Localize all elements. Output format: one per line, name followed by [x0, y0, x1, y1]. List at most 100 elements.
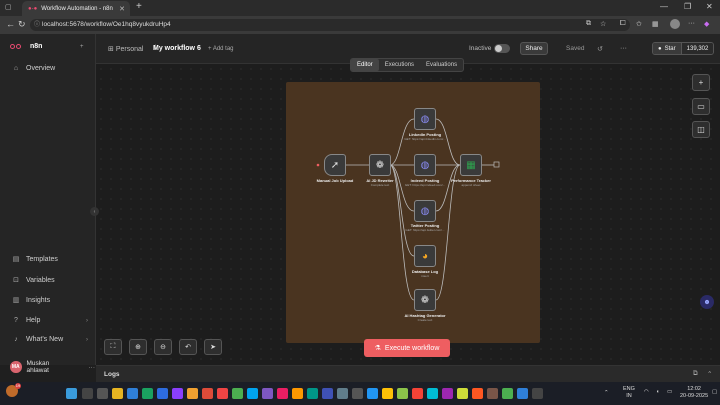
file-explorer-icon[interactable] — [112, 388, 123, 399]
calendar-app-icon[interactable] — [352, 388, 363, 399]
start-icon[interactable] — [66, 388, 77, 399]
app-icon[interactable] — [202, 388, 213, 399]
zoom-out-button[interactable]: ⊖ — [154, 339, 172, 355]
user-options-icon[interactable]: ··· — [89, 364, 96, 371]
node-manual-job-upload[interactable]: ➚ — [324, 154, 346, 176]
add-tag-link[interactable]: + Add tag — [208, 46, 234, 52]
extensions-icon[interactable]: ⧠ — [620, 20, 626, 28]
node-indeed-posting[interactable]: ◍ — [414, 154, 436, 176]
workflow-name[interactable]: My workflow 6 — [153, 45, 201, 52]
share-button[interactable]: Share — [520, 42, 548, 55]
app-icon[interactable] — [427, 388, 438, 399]
sidebar-item-overview[interactable]: ⌂ Overview — [12, 65, 88, 72]
app-icon[interactable] — [292, 388, 303, 399]
history-icon[interactable]: ↺ — [597, 45, 603, 53]
app-icon[interactable] — [367, 388, 378, 399]
app-icon[interactable] — [307, 388, 318, 399]
assistant-bot-button[interactable]: ☻ — [700, 295, 714, 309]
app-icon[interactable] — [157, 388, 168, 399]
app-icon[interactable] — [232, 388, 243, 399]
node-subtitle: GET: https://api.twitter.com/... — [405, 228, 445, 232]
node-linkedin-posting[interactable]: ◍ — [414, 108, 436, 130]
copilot-icon[interactable]: ◆ — [704, 20, 709, 28]
n8n-logo[interactable]: n8n — [10, 43, 42, 50]
volume-icon[interactable]: ◖ — [656, 389, 659, 396]
app-icon[interactable] — [472, 388, 483, 399]
bookmark-star-icon[interactable]: ☆ — [600, 20, 606, 28]
add-node-button[interactable]: + — [692, 74, 710, 91]
close-tab-icon[interactable]: ✕ — [119, 5, 125, 13]
node-database-log[interactable]: ◕ — [414, 245, 436, 267]
app-icon[interactable] — [187, 388, 198, 399]
app-icon[interactable] — [517, 388, 528, 399]
node-performance-tracker[interactable]: ▦ — [460, 154, 482, 176]
sidebar-item-templates[interactable]: ▤ Templates — [12, 255, 88, 264]
app-icon[interactable] — [127, 388, 138, 399]
app-icon[interactable] — [487, 388, 498, 399]
browser-tab[interactable]: ●-● Workflow Automation - n8n ✕ — [22, 1, 130, 16]
back-icon[interactable]: ← — [6, 19, 15, 29]
workflow-options-icon[interactable]: ··· — [620, 45, 627, 52]
maximize-icon[interactable]: ❐ — [684, 2, 691, 11]
collapse-sidebar-icon[interactable]: ‹ — [90, 207, 99, 216]
app-icon[interactable] — [412, 388, 423, 399]
close-window-icon[interactable]: ✕ — [706, 2, 713, 11]
fit-view-button[interactable]: ⛶ — [104, 339, 122, 355]
chevron-up-icon[interactable]: ⌃ — [707, 370, 712, 378]
site-info-icon[interactable]: ⓘ — [34, 19, 40, 31]
minimize-icon[interactable]: — — [660, 2, 668, 11]
battery-icon[interactable]: ▭ — [667, 389, 672, 396]
notifications-icon[interactable]: ▢ — [712, 389, 717, 396]
node-ai-jd-rewriter[interactable]: ❁ — [369, 154, 391, 176]
app-icon[interactable] — [322, 388, 333, 399]
popout-icon[interactable]: ⧉ — [693, 370, 698, 378]
zoom-in-button[interactable]: ⊕ — [129, 339, 147, 355]
tab-actions-icon[interactable]: ▢ — [5, 3, 12, 11]
app-icon[interactable] — [457, 388, 468, 399]
app-icon[interactable] — [337, 388, 348, 399]
project-breadcrumb[interactable]: ⊞ Personal — [108, 45, 143, 53]
node-twitter-posting[interactable]: ◍ — [414, 200, 436, 222]
logs-bar[interactable]: Logs ⧉ ⌃ — [96, 365, 720, 382]
user-menu[interactable]: MA Muskan ahlawat ··· — [10, 360, 95, 374]
add-sticky-button[interactable]: ▭ — [692, 98, 710, 115]
sidebar-item-help[interactable]: ? Help › — [12, 317, 88, 324]
toggle-panel-button[interactable]: ◫ — [692, 121, 710, 138]
app-icon[interactable] — [262, 388, 273, 399]
app-icon[interactable] — [397, 388, 408, 399]
active-toggle[interactable] — [494, 44, 510, 53]
url-field[interactable]: ⓘ localhost:5678/workflow/Oe1hq8vyukdruH… — [30, 19, 630, 31]
workflow-canvas[interactable]: Editor Executions Evaluations ➚ Manual J… — [90, 58, 720, 365]
install-icon[interactable]: ⧉ — [586, 20, 591, 28]
tray-overflow-icon[interactable]: ⌃ — [604, 390, 609, 397]
create-icon[interactable]: + — [80, 44, 84, 50]
sidebar-item-whats-new[interactable]: ♪ What's New › — [12, 336, 88, 343]
favorites-icon[interactable]: ✩ — [636, 20, 642, 28]
edge-browser-icon[interactable] — [142, 388, 153, 399]
wifi-icon[interactable]: ◠ — [644, 389, 649, 396]
undo-button[interactable]: ↶ — [179, 339, 197, 355]
select-tool-button[interactable]: ➤ — [204, 339, 222, 355]
app-icon[interactable] — [382, 388, 393, 399]
profile-avatar[interactable] — [670, 19, 680, 29]
app-icon[interactable] — [502, 388, 513, 399]
search-icon[interactable] — [82, 388, 93, 399]
language-indicator[interactable]: ENG IN — [623, 386, 635, 400]
task-view-icon[interactable] — [97, 388, 108, 399]
sidebar-item-variables[interactable]: ⊡ Variables — [12, 276, 88, 285]
app-icon[interactable] — [172, 388, 183, 399]
sidebar-item-insights[interactable]: ▥ Insights — [12, 296, 88, 305]
app-icon[interactable] — [217, 388, 228, 399]
new-tab-icon[interactable]: + — [136, 1, 142, 12]
app-icon[interactable] — [532, 388, 543, 399]
github-star-button[interactable]: ● Star 139,302 — [652, 42, 715, 55]
app-icon[interactable] — [277, 388, 288, 399]
clock[interactable]: 12:02 20-09-2025 — [680, 386, 708, 400]
execute-workflow-button[interactable]: ⚗ Execute workflow — [364, 339, 450, 357]
collections-icon[interactable]: ▦ — [652, 20, 659, 28]
app-icon[interactable] — [247, 388, 258, 399]
more-icon[interactable]: ··· — [688, 20, 695, 27]
reload-icon[interactable]: ↻ — [18, 19, 26, 30]
app-icon[interactable] — [442, 388, 453, 399]
node-ai-hashtag-generator[interactable]: ❁ — [414, 289, 436, 311]
